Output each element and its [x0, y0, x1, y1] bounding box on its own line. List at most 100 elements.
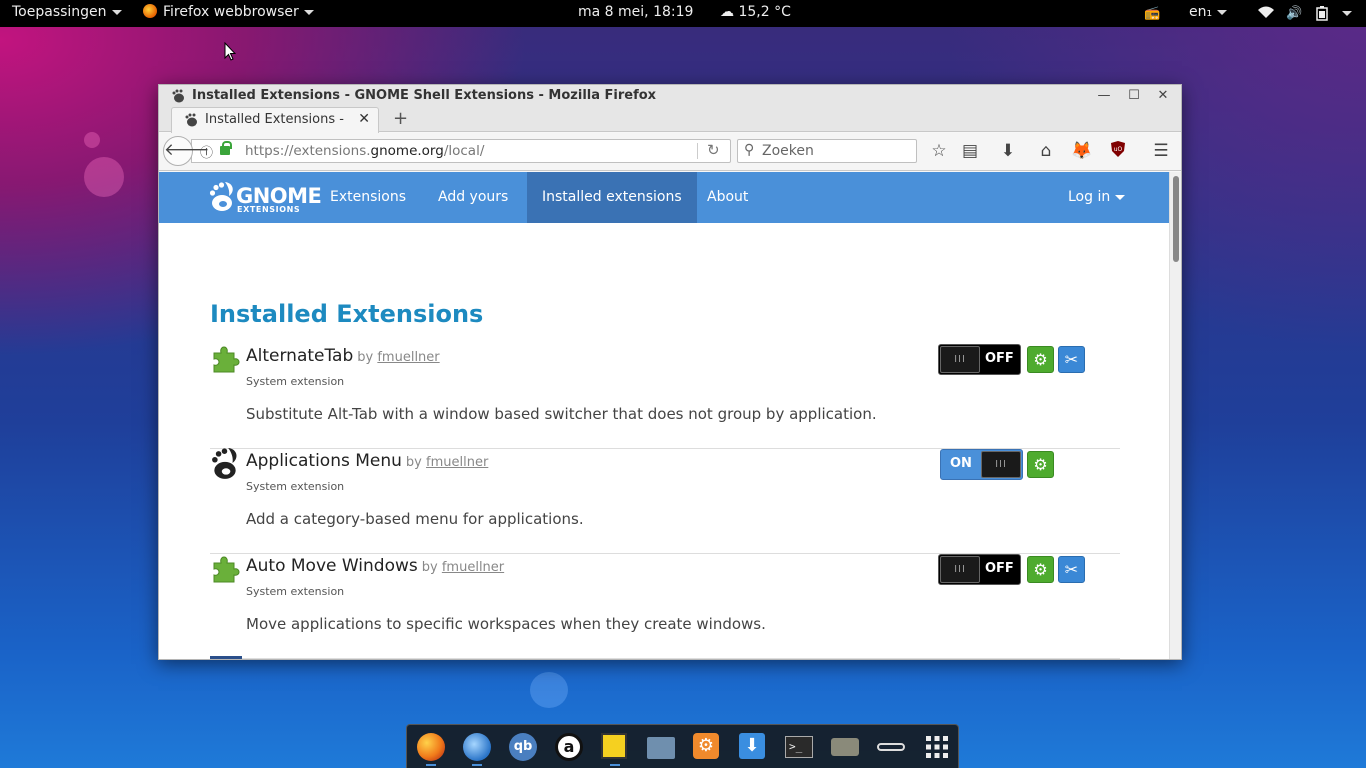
downloads-dock-icon[interactable]: ⬇: [739, 733, 767, 761]
preferences-button[interactable]: ✂: [1058, 346, 1085, 373]
gnome-foot-icon: [172, 89, 184, 103]
firefox-dock-icon[interactable]: [417, 733, 445, 766]
gnome-foot-icon: [185, 113, 197, 127]
activities-menu[interactable]: Toepassingen: [12, 4, 122, 20]
extension-title: Auto Move Windows: [246, 556, 418, 576]
chevron-down-icon: [1217, 9, 1228, 15]
settings-button[interactable]: ⚙: [1027, 451, 1054, 478]
extension-type: System extension: [246, 585, 345, 598]
search-icon: ⚲: [744, 142, 755, 158]
author-link[interactable]: fmuellner: [426, 455, 488, 470]
new-tab-button[interactable]: +: [393, 108, 408, 129]
cloud-icon: ☁: [720, 4, 734, 20]
url-separator: [697, 143, 698, 159]
weather[interactable]: ☁ 15,2 °C: [720, 4, 791, 20]
thunderbird-dock-icon[interactable]: [463, 733, 491, 766]
puzzle-piece-icon: [213, 556, 240, 583]
window-title: Installed Extensions - GNOME Shell Exten…: [192, 88, 657, 103]
settings-button[interactable]: ⚙: [1027, 346, 1054, 373]
keyboard-label: en₁: [1189, 4, 1213, 20]
mouse-cursor-icon: [224, 42, 236, 61]
app-grid-icon[interactable]: [923, 733, 951, 761]
extension-description: Move applications to specific workspaces…: [246, 615, 766, 633]
extension-toggle[interactable]: III OFF: [938, 344, 1021, 375]
wifi-icon[interactable]: [1258, 6, 1274, 23]
gnome-extensions-logo[interactable]: GNOME EXTENSIONS: [209, 180, 322, 216]
volume-icon[interactable]: 🔊: [1286, 6, 1302, 21]
tab-label: Installed Extensions - G: [205, 112, 345, 127]
puzzle-piece-icon: [213, 346, 240, 373]
top-panel: Toepassingen Firefox webbrowser ma 8 mei…: [0, 0, 1366, 27]
scrollbar-thumb[interactable]: [1173, 176, 1179, 262]
reading-list-icon[interactable]: ▤: [959, 141, 981, 161]
keyboard-layout[interactable]: en₁: [1189, 4, 1228, 20]
qbittorrent-dock-icon[interactable]: qb: [509, 733, 537, 761]
settings-button[interactable]: ⚙: [1027, 556, 1054, 583]
url-bar[interactable]: ⓘ https://extensions.gnome.org/local/ ↻: [191, 139, 731, 163]
author-link[interactable]: fmuellner: [442, 560, 504, 575]
lock-icon: [220, 141, 232, 155]
apps-menu-label: Toepassingen: [12, 4, 107, 20]
login-label: Log in: [1068, 189, 1111, 205]
url-text: https://extensions.gnome.org/local/: [245, 143, 485, 159]
extension-name: Applications Menu by fmuellner: [246, 451, 488, 471]
files-dock-icon[interactable]: [647, 733, 675, 761]
minimize-button[interactable]: —: [1095, 87, 1113, 105]
battery-icon[interactable]: [1316, 6, 1328, 25]
ublock-icon[interactable]: uO: [1107, 141, 1129, 162]
title-bar[interactable]: Installed Extensions - GNOME Shell Exten…: [159, 85, 1181, 107]
nav-installed-extensions[interactable]: Installed extensions: [527, 172, 697, 223]
image-app-dock-icon[interactable]: [601, 733, 629, 766]
extension-description: Add a category-based menu for applicatio…: [246, 510, 584, 528]
screenshot-dock-icon[interactable]: [831, 733, 859, 761]
login-menu[interactable]: Log in: [1053, 172, 1140, 223]
close-tab-icon[interactable]: ✕: [358, 111, 370, 127]
gnome-foot-logo-icon: [209, 182, 233, 211]
nav-add-yours[interactable]: Add yours: [423, 172, 523, 223]
tab-bar: Installed Extensions - G ✕ +: [159, 107, 1181, 133]
download-icon[interactable]: ⬇: [997, 141, 1019, 161]
terminal-dock-icon[interactable]: >_: [785, 733, 813, 761]
preferences-button[interactable]: ✂: [1058, 556, 1085, 583]
wallpaper-bubble: [530, 672, 568, 708]
extension-name: AlternateTab by fmuellner: [246, 346, 440, 366]
clock[interactable]: ma 8 mei, 18:19: [578, 4, 693, 20]
hamburger-menu-icon[interactable]: ☰: [1150, 141, 1172, 161]
extension-title: AlternateTab: [246, 346, 354, 366]
browser-tab[interactable]: Installed Extensions - G ✕: [171, 107, 379, 133]
extension-type: System extension: [246, 480, 345, 493]
close-window-button[interactable]: ✕: [1154, 87, 1172, 105]
radio-icon[interactable]: 📻: [1144, 6, 1160, 21]
logo-subtitle: EXTENSIONS: [237, 205, 301, 214]
nav-extensions[interactable]: Extensions: [315, 172, 421, 223]
wallpaper-bubble: [84, 132, 100, 148]
app-menu[interactable]: Firefox webbrowser: [143, 4, 314, 20]
firefox-icon: [143, 4, 157, 18]
search-bar[interactable]: ⚲ Zoeken: [737, 139, 917, 163]
author-link[interactable]: fmuellner: [377, 350, 439, 365]
maximize-button[interactable]: ☐: [1125, 87, 1143, 105]
toggle-state: OFF: [985, 351, 1014, 366]
toggle-knob: III: [981, 451, 1021, 478]
extension-title: Applications Menu: [246, 451, 402, 471]
extension-toggle[interactable]: III OFF: [938, 554, 1021, 585]
page-scrollbar[interactable]: [1169, 172, 1181, 659]
passwords-dock-icon[interactable]: [877, 733, 905, 761]
home-icon[interactable]: ⌂: [1035, 141, 1057, 161]
toggle-knob: III: [940, 556, 980, 583]
fox-addon-icon[interactable]: 🦊: [1071, 141, 1093, 161]
amazon-dock-icon[interactable]: a: [555, 733, 583, 761]
back-button[interactable]: 🡐: [163, 136, 210, 166]
system-menu-chevron-icon[interactable]: [1342, 11, 1352, 16]
extension-toggle[interactable]: ON III: [940, 449, 1023, 480]
running-indicator: [426, 764, 436, 766]
nav-about[interactable]: About: [692, 172, 763, 223]
bookmark-star-icon[interactable]: ☆: [928, 141, 950, 161]
web-page: GNOME EXTENSIONS Extensions Add yours In…: [159, 172, 1169, 659]
extension-icon-partial: [210, 656, 242, 659]
settings-dock-icon[interactable]: ⚙: [693, 733, 721, 761]
running-indicator: [610, 764, 620, 766]
reload-icon[interactable]: ↻: [707, 141, 720, 159]
wallpaper-bubble: [84, 157, 124, 197]
extension-row: Auto Move Windows by fmuellner System ext…: [210, 554, 1120, 659]
